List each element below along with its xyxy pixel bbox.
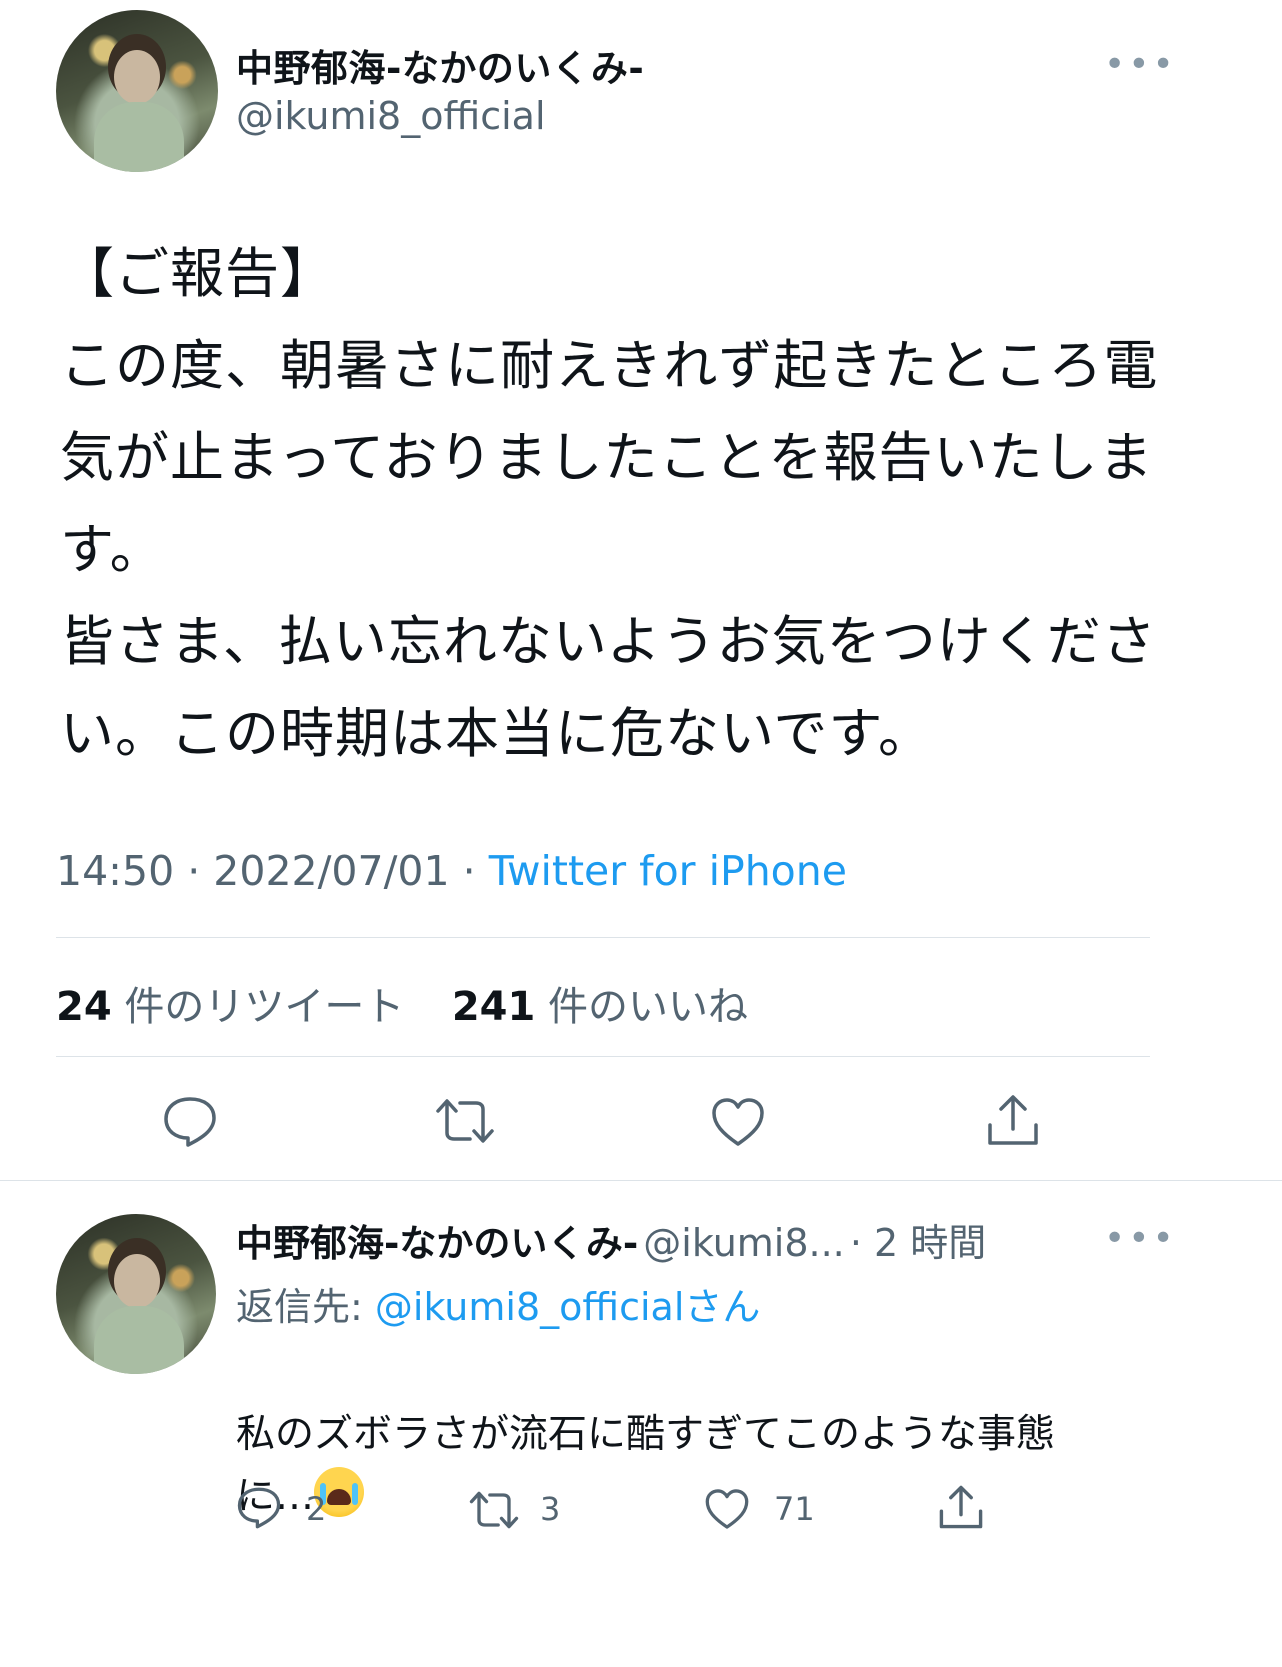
reply-like-count: 71 <box>774 1490 815 1528</box>
divider <box>56 1056 1150 1057</box>
divider <box>56 937 1150 938</box>
avatar[interactable] <box>56 10 218 172</box>
display-name[interactable]: 中野郁海-なかのいくみ- <box>236 38 644 92</box>
more-icon[interactable]: ••• <box>1104 44 1177 85</box>
tweet-meta: 14:50 · 2022/07/01 · Twitter for iPhone <box>56 847 847 895</box>
reply-share-icon[interactable] <box>938 1484 984 1530</box>
like-stat[interactable]: 241 件のいいね <box>452 984 748 1030</box>
reply-count: 2 <box>306 1490 327 1528</box>
reply-to-handle[interactable]: @ikumi8_official <box>375 1285 685 1329</box>
reply-header: 中野郁海-なかのいくみ- @ikumi8... · 2 時間 <box>236 1221 987 1265</box>
reply-icon[interactable] <box>162 1095 218 1149</box>
user-handle[interactable]: @ikumi8_official <box>236 94 546 138</box>
retweet-stat[interactable]: 24 件のリツイート <box>56 984 404 1030</box>
reply-more-icon[interactable]: ••• <box>1104 1218 1177 1259</box>
reply-avatar[interactable] <box>56 1214 216 1374</box>
reply-retweet-count: 3 <box>540 1490 561 1528</box>
reply-to: 返信先: @ikumi8_officialさん <box>236 1285 761 1329</box>
reply-like-icon[interactable] <box>704 1488 750 1530</box>
tweet-stats: 24 件のリツイート 241 件のいいね <box>56 974 748 1032</box>
reply-reply-icon[interactable] <box>236 1486 282 1530</box>
divider <box>0 1180 1282 1181</box>
reply-display-name[interactable]: 中野郁海-なかのいくみ- <box>236 1222 638 1265</box>
tweet-date[interactable]: 2022/07/01 <box>213 847 449 895</box>
like-icon[interactable] <box>710 1097 766 1147</box>
reply-time[interactable]: 2 時間 <box>874 1221 986 1265</box>
reply-retweet-icon[interactable] <box>468 1490 520 1530</box>
retweet-icon[interactable] <box>434 1097 496 1145</box>
tweet-source[interactable]: Twitter for iPhone <box>489 847 847 895</box>
tweet-time: 14:50 <box>56 847 175 895</box>
share-icon[interactable] <box>986 1093 1040 1147</box>
tweet-text: 【ご報告】 この度、朝暑さに耐えきれず起きたところ電気が止まっておりましたことを… <box>60 242 1159 765</box>
reply-handle[interactable]: @ikumi8... <box>643 1221 844 1265</box>
reply-text: 私のズボラさが流石に酷すぎてこのような事態 に… <box>236 1412 1056 1519</box>
